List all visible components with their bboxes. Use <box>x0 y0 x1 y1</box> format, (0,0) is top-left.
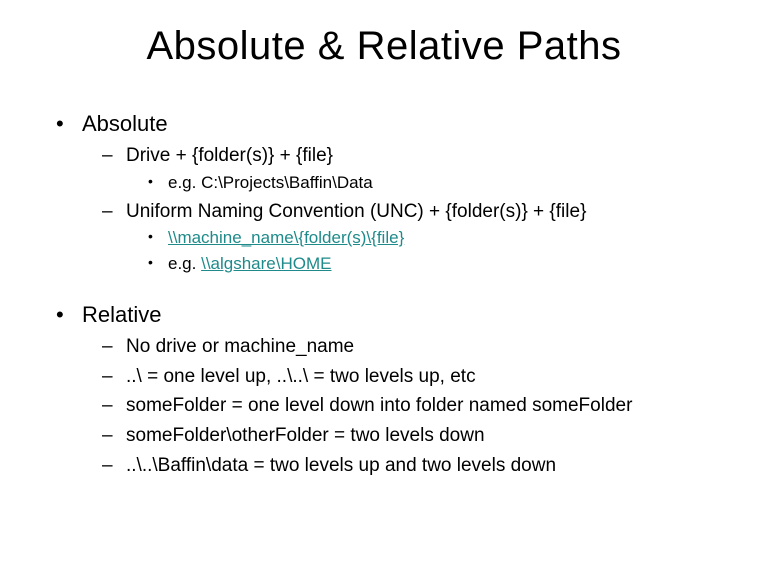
list-item: \\machine_name\{folder(s)\{file} <box>144 227 728 250</box>
list-item: No drive or machine_name <box>98 334 728 360</box>
bullet-absolute: Absolute Drive + {folder(s)} + {file} e.… <box>54 111 728 276</box>
item-text: ..\ = one level up, ..\..\ = two levels … <box>126 366 476 387</box>
bullet-list-level2: No drive or machine_name ..\ = one level… <box>98 334 728 478</box>
bullet-list-level3: e.g. C:\Projects\Baffin\Data <box>144 172 728 195</box>
item-text: Uniform Naming Convention (UNC) + {folde… <box>126 201 586 222</box>
slide-content: Absolute Drive + {folder(s)} + {file} e.… <box>40 111 728 478</box>
unc-example-link[interactable]: \\algshare\HOME <box>201 254 331 273</box>
bullet-list-level2: Drive + {folder(s)} + {file} e.g. C:\Pro… <box>98 143 728 276</box>
bullet-label: Relative <box>82 302 161 327</box>
list-item: ..\..\Baffin\data = two levels up and tw… <box>98 453 728 479</box>
list-item: e.g. C:\Projects\Baffin\Data <box>144 172 728 195</box>
list-item: Uniform Naming Convention (UNC) + {folde… <box>98 199 728 277</box>
slide: Absolute & Relative Paths Absolute Drive… <box>0 0 768 576</box>
item-text: ..\..\Baffin\data = two levels up and tw… <box>126 455 556 476</box>
bullet-relative: Relative No drive or machine_name ..\ = … <box>54 302 728 478</box>
item-prefix: e.g. <box>168 254 201 273</box>
slide-title: Absolute & Relative Paths <box>40 24 728 69</box>
list-item: ..\ = one level up, ..\..\ = two levels … <box>98 364 728 390</box>
list-item: e.g. \\algshare\HOME <box>144 253 728 276</box>
item-text: No drive or machine_name <box>126 336 354 357</box>
item-text: Drive + {folder(s)} + {file} <box>126 145 333 166</box>
list-item: Drive + {folder(s)} + {file} e.g. C:\Pro… <box>98 143 728 195</box>
bullet-list-level3: \\machine_name\{folder(s)\{file} e.g. \\… <box>144 227 728 276</box>
unc-format-link[interactable]: \\machine_name\{folder(s)\{file} <box>168 228 404 247</box>
list-item: someFolder\otherFolder = two levels down <box>98 423 728 449</box>
bullet-label: Absolute <box>82 111 168 136</box>
item-text: e.g. C:\Projects\Baffin\Data <box>168 173 373 192</box>
item-text: someFolder\otherFolder = two levels down <box>126 425 485 446</box>
bullet-list-level1: Absolute Drive + {folder(s)} + {file} e.… <box>54 111 728 478</box>
item-text: someFolder = one level down into folder … <box>126 395 632 416</box>
list-item: someFolder = one level down into folder … <box>98 393 728 419</box>
